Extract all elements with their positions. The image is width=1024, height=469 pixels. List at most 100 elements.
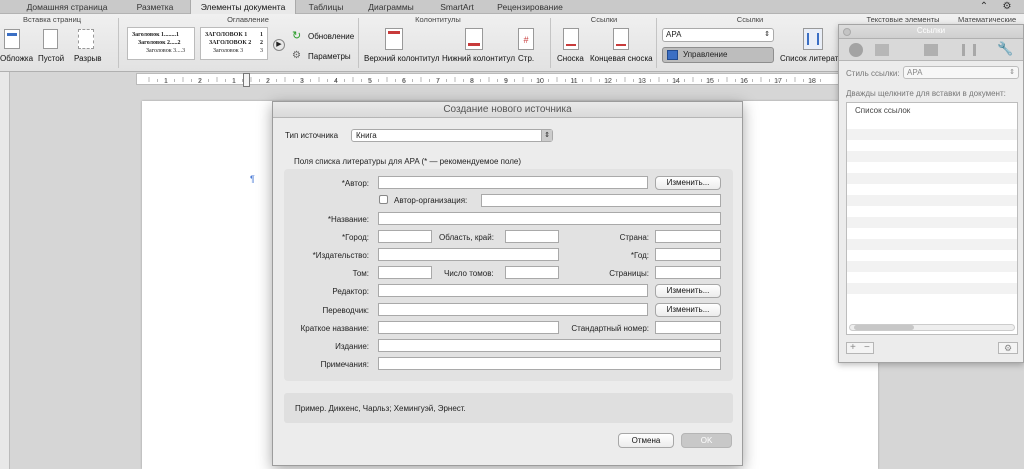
media-icon[interactable] (875, 44, 889, 56)
source-type-value: Книга (356, 131, 377, 140)
toc-style-2[interactable]: ЗАГОЛОВОК 1 1 ЗАГОЛОВОК 2 2 Заголовок 3 3 (200, 27, 268, 60)
tab-home[interactable]: Домашняя страница (14, 0, 120, 14)
header-button[interactable]: Верхний колонтитул (364, 54, 440, 63)
editor-input[interactable] (378, 284, 648, 297)
panel-gear-icon[interactable]: ⚙ (998, 342, 1018, 354)
ruler-number: 12 (604, 78, 612, 85)
volume-input[interactable] (378, 266, 432, 279)
toc2-line2: ЗАГОЛОВОК 2 (209, 40, 252, 46)
remove-icon[interactable]: − (864, 343, 870, 353)
ruler-number: 16 (740, 78, 748, 85)
author-label: *Автор: (341, 179, 369, 188)
tab-charts[interactable]: Диаграммы (356, 0, 426, 14)
author-input[interactable] (378, 176, 648, 189)
page-number-icon[interactable]: # (518, 28, 534, 50)
toolbox-icon[interactable] (849, 43, 863, 57)
group-label-math: Математические (958, 15, 1017, 24)
country-input[interactable] (655, 230, 721, 243)
ruler-number: 9 (504, 78, 508, 85)
translator-input[interactable] (378, 303, 648, 316)
list-item[interactable] (847, 173, 1017, 184)
tab-review[interactable]: Рецензирование (488, 0, 572, 14)
references-icon[interactable] (962, 44, 976, 56)
bibliography-button[interactable]: Список литерат (780, 54, 838, 63)
list-item[interactable] (847, 151, 1017, 162)
cover-page-button[interactable]: Обложка (0, 54, 33, 63)
page-break-button[interactable]: Разрыв (74, 54, 102, 63)
page-break-icon[interactable] (78, 29, 94, 49)
toc-params-button[interactable]: Параметры (308, 52, 351, 61)
author-edit-button[interactable]: Изменить... (655, 176, 721, 190)
source-type-select[interactable]: Книга ⇕ (351, 129, 553, 142)
add-icon[interactable]: + (850, 343, 856, 353)
standard-number-input[interactable] (655, 321, 721, 334)
page-number-button[interactable]: Стр. (518, 54, 534, 63)
paragraph-mark-icon: ¶ (250, 174, 255, 184)
standard-number-label: Стандартный номер: (571, 324, 649, 333)
panel-style-select[interactable]: APA ⇕ (903, 66, 1019, 79)
tab-tables[interactable]: Таблицы (298, 0, 354, 14)
city-label: *Город: (342, 233, 369, 242)
ruler-number: 15 (706, 78, 714, 85)
notes-input[interactable] (378, 357, 721, 370)
ruler-number: 4 (334, 78, 338, 85)
settings-gear-icon[interactable]: ⚙ (292, 50, 304, 62)
edition-label: Издание: (335, 342, 369, 351)
insert-hint: Дважды щелкните для вставки в документ: (846, 89, 1006, 98)
volume-label: Том: (352, 269, 369, 278)
list-item[interactable] (847, 195, 1017, 206)
list-item[interactable] (847, 261, 1017, 272)
blank-page-icon[interactable] (43, 29, 58, 49)
list-item[interactable] (847, 217, 1017, 228)
footnote-button[interactable]: Сноска (557, 54, 584, 63)
year-input[interactable] (655, 248, 721, 261)
pages-input[interactable] (655, 266, 721, 279)
gear-icon[interactable]: ⚙ (996, 0, 1018, 14)
citation-list[interactable]: Список ссылок (846, 102, 1018, 335)
translator-edit-button[interactable]: Изменить... (655, 303, 721, 317)
cancel-button[interactable]: Отмена (618, 433, 674, 448)
footer-icon[interactable] (465, 28, 483, 50)
toc-style-1[interactable]: Заголовок 1........1 Заголовок 2.....2 З… (127, 27, 195, 60)
cover-page-icon[interactable] (4, 29, 20, 49)
header-icon[interactable] (385, 28, 403, 50)
corp-author-checkbox[interactable] (379, 195, 388, 204)
indent-marker-icon[interactable] (243, 73, 250, 87)
toc-gallery-next-icon[interactable]: ▶ (273, 39, 285, 51)
tab-smartart[interactable]: SmartArt (428, 0, 486, 14)
citation-style-select[interactable]: APA ⇕ (662, 28, 774, 42)
edition-input[interactable] (378, 339, 721, 352)
collapse-ribbon-icon[interactable]: ⌃ (976, 0, 992, 14)
corp-author-input[interactable] (481, 194, 721, 207)
endnote-icon[interactable] (613, 28, 629, 50)
title-input[interactable] (378, 212, 721, 225)
editor-edit-button[interactable]: Изменить... (655, 284, 721, 298)
year-label: *Год: (630, 251, 649, 260)
tab-document-elements[interactable]: Элементы документа (190, 0, 296, 14)
tab-layout[interactable]: Разметка (122, 0, 188, 14)
city-input[interactable] (378, 230, 432, 243)
toc-update-button[interactable]: Обновление (308, 32, 354, 41)
num-volumes-input[interactable] (505, 266, 559, 279)
region-input[interactable] (505, 230, 559, 243)
list-item[interactable] (847, 239, 1017, 250)
group-label-toc: Оглавление (227, 15, 269, 24)
region-label: Область, край: (439, 233, 494, 242)
manage-sources-button[interactable]: Управление (662, 47, 774, 63)
clipart-icon[interactable] (924, 44, 938, 56)
endnote-button[interactable]: Концевая сноска (590, 54, 653, 63)
bibliography-icon[interactable] (803, 28, 823, 50)
update-icon[interactable]: ↻ (292, 30, 304, 42)
toc2-line3: Заголовок 3 (213, 48, 244, 54)
footer-button[interactable]: Нижний колонтитул (442, 54, 515, 63)
toc1-line1: Заголовок 1........1 (132, 32, 180, 38)
publisher-input[interactable] (378, 248, 559, 261)
list-item[interactable] (847, 129, 1017, 140)
short-title-input[interactable] (378, 321, 559, 334)
ok-button[interactable]: OK (681, 433, 732, 448)
list-item[interactable] (847, 283, 1017, 294)
blank-page-button[interactable]: Пустой (38, 54, 64, 63)
wrench-icon[interactable]: 🔧 (997, 41, 1013, 57)
footnote-icon[interactable] (563, 28, 579, 50)
horizontal-scrollbar[interactable] (849, 324, 1015, 331)
